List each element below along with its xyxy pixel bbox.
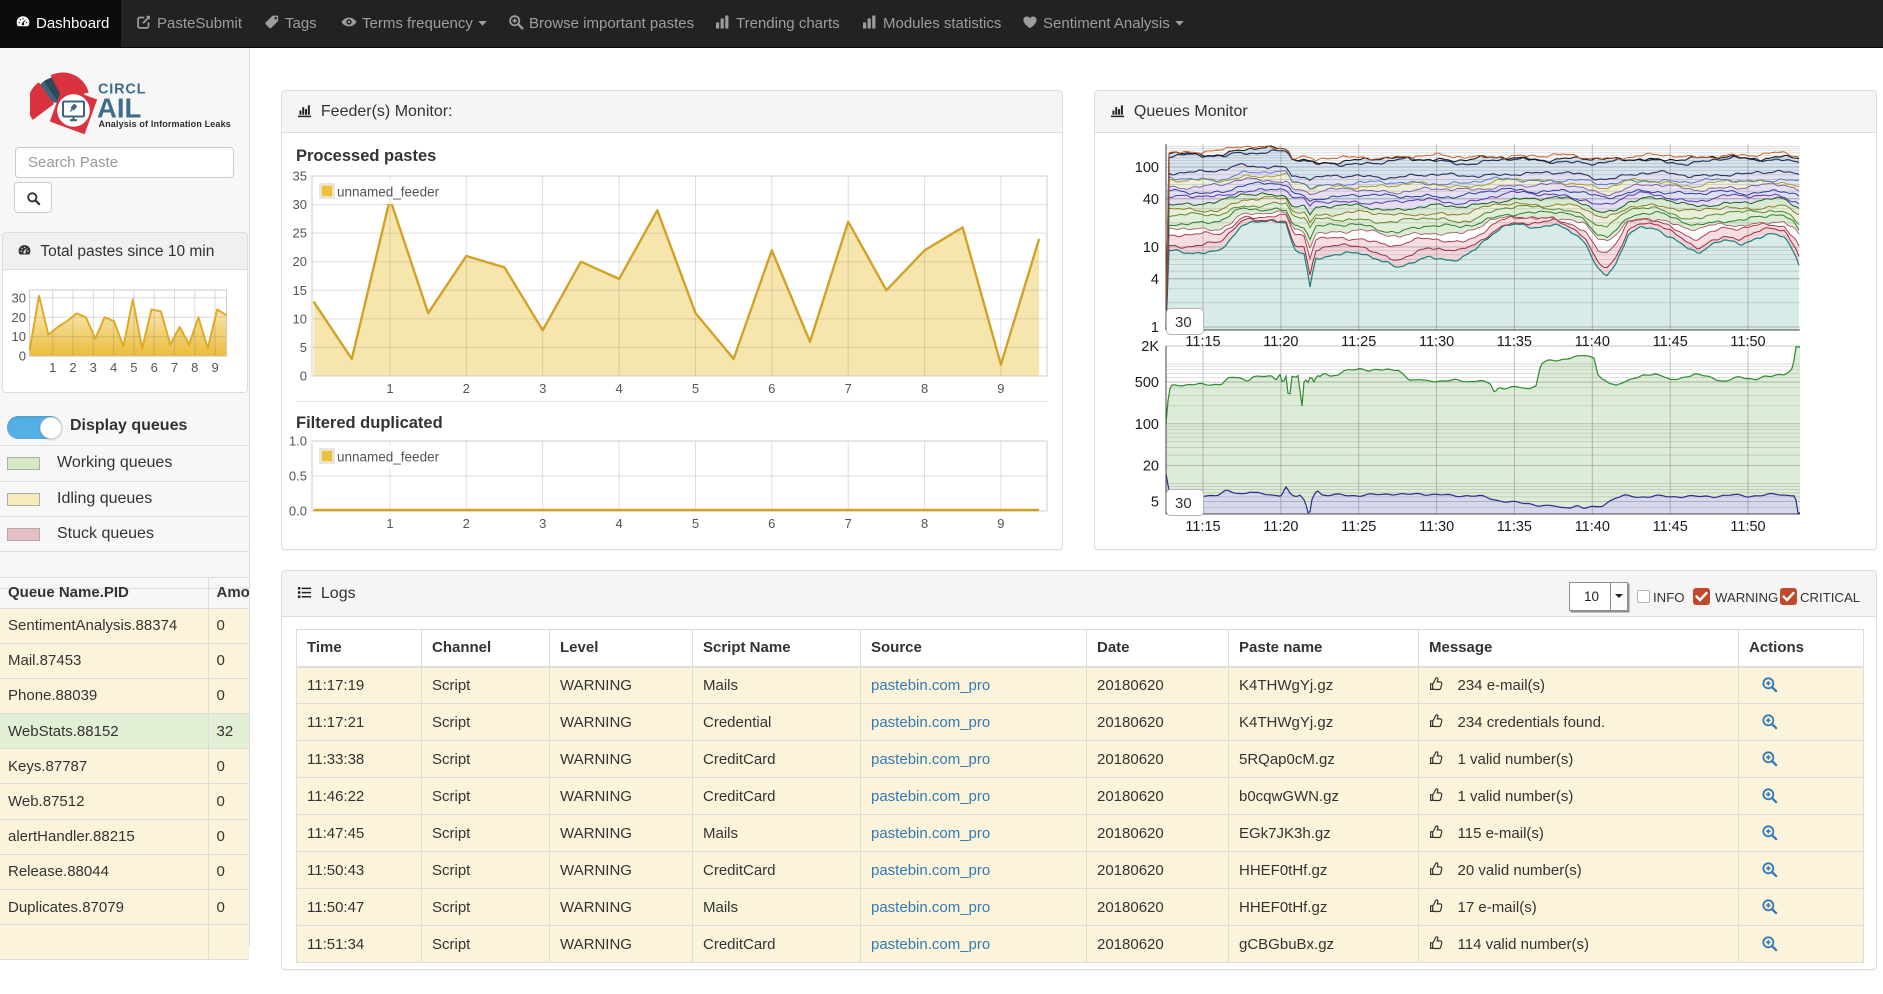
svg-text:11:50: 11:50 <box>1730 519 1765 535</box>
svg-text:11:40: 11:40 <box>1575 519 1610 535</box>
svg-text:11:15: 11:15 <box>1185 519 1220 535</box>
svg-text:500: 500 <box>1135 375 1159 391</box>
svg-text:100: 100 <box>1135 417 1159 433</box>
svg-text:11:20: 11:20 <box>1263 519 1298 535</box>
svg-text:11:35: 11:35 <box>1497 519 1532 535</box>
svg-text:30: 30 <box>1175 495 1192 512</box>
svg-text:2K: 2K <box>1141 339 1159 355</box>
svg-text:11:45: 11:45 <box>1653 519 1688 535</box>
svg-text:11:25: 11:25 <box>1341 519 1376 535</box>
svg-text:11:30: 11:30 <box>1419 519 1454 535</box>
svg-text:20: 20 <box>1143 459 1159 475</box>
svg-text:5: 5 <box>1151 495 1159 511</box>
